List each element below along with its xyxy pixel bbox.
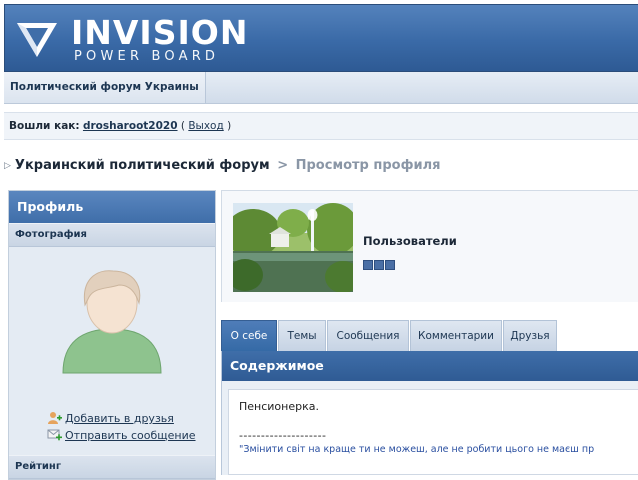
breadcrumb-arrow-icon: ▷: [4, 161, 11, 171]
tab-friends[interactable]: Друзья: [503, 320, 557, 351]
username-link[interactable]: drosharoot2020: [83, 120, 178, 132]
profile-sidebar: Профиль Фотография Добавить в друзья Отп…: [8, 190, 216, 480]
content-title: Содержимое: [222, 351, 638, 381]
add-friend-icon: [48, 412, 62, 424]
logged-in-label: Вошли как:: [9, 120, 80, 132]
content-panel: Содержимое Пенсионерка. ----------------…: [221, 351, 638, 475]
profile-header: Пользователи: [221, 190, 638, 302]
tab-topics[interactable]: Темы: [278, 320, 326, 351]
tab-about[interactable]: О себе: [221, 320, 277, 351]
breadcrumb-forum-link[interactable]: Украинский политический форум: [15, 158, 270, 173]
profile-tabs: О себе Темы Сообщения Комментарии Друзья: [221, 320, 638, 351]
rank-pip-icon: [385, 260, 395, 270]
breadcrumb-current: Просмотр профиля: [295, 158, 441, 173]
site-header: INVISION POWER BOARD: [4, 4, 638, 72]
paren-close: ): [227, 120, 232, 132]
default-avatar-icon: [62, 270, 162, 374]
rank-pip-icon: [363, 260, 373, 270]
send-message-link[interactable]: Отправить сообщение: [47, 428, 196, 442]
breadcrumb: ▷ Украинский политический форум > Просмот…: [4, 158, 440, 173]
signature-separator: --------------------: [239, 429, 327, 442]
content-body: Пенсионерка. -------------------- "Зміни…: [228, 389, 638, 475]
photo-label: Фотография: [9, 223, 215, 247]
signature-quote: "Змінити світ на краще ти не можеш, але …: [239, 444, 595, 455]
send-message-icon: [47, 429, 62, 441]
rank-pips: [363, 260, 396, 273]
logout-link[interactable]: Выход: [188, 120, 223, 132]
rating-label: Рейтинг: [9, 455, 215, 479]
rating-section: Рейтинг: [9, 455, 215, 479]
about-text: Пенсионерка.: [239, 400, 319, 413]
rank-pip-icon: [374, 260, 384, 270]
member-group: Пользователи: [363, 234, 457, 248]
send-message-label: Отправить сообщение: [65, 429, 196, 442]
tab-comments[interactable]: Комментарии: [410, 320, 502, 351]
add-friend-link[interactable]: Добавить в друзья: [47, 411, 174, 425]
nav-tab-forum[interactable]: Политический форум Украины: [4, 72, 206, 103]
logo-subtitle: POWER BOARD: [74, 49, 220, 64]
sidebar-title: Профиль: [9, 191, 215, 223]
logo-title: INVISION: [71, 13, 249, 52]
breadcrumb-separator: >: [277, 158, 289, 173]
profile-photo: [233, 203, 353, 292]
paren-open: (: [180, 120, 185, 132]
user-bar: Вошли как: drosharoot2020 ( Выход ): [4, 112, 638, 140]
add-friend-label: Добавить в друзья: [65, 412, 174, 425]
invision-logo-icon[interactable]: [15, 17, 59, 61]
primary-nav: Политический форум Украины: [4, 72, 638, 104]
tab-posts[interactable]: Сообщения: [327, 320, 409, 351]
